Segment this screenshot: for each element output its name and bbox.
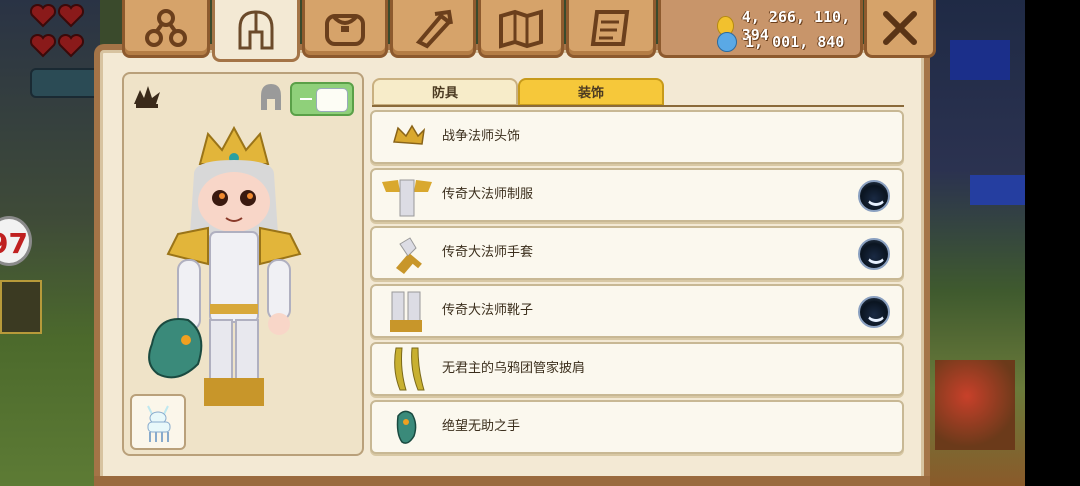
tab-quests[interactable] [566, 0, 656, 58]
bag-icon [325, 13, 365, 46]
tab-map[interactable] [478, 0, 564, 58]
tab-equipment[interactable] [212, 0, 300, 62]
hand-icon [396, 410, 417, 444]
gem-icon [717, 32, 737, 52]
gloves-icon [396, 237, 422, 274]
boots-icon [390, 291, 422, 332]
heart-icon [29, 33, 57, 58]
item-name: 传奇大法师制服 [442, 187, 534, 202]
scroll-icon [590, 9, 630, 46]
tab-decoration[interactable]: 装饰 [518, 78, 664, 106]
equipped-indicator[interactable] [858, 238, 890, 270]
tab-armor[interactable]: 防具 [372, 78, 518, 106]
list-item[interactable]: 传奇大法师靴子 [370, 284, 904, 338]
hotbar-slot[interactable] [0, 280, 42, 334]
list-item[interactable]: 无君主的乌鸦团管家披肩 [370, 342, 904, 396]
item-name: 战争法师头饰 [442, 129, 521, 144]
equipped-indicator[interactable] [858, 180, 890, 212]
helmet-icon [238, 9, 274, 49]
item-name: 无君主的乌鸦团管家披肩 [442, 361, 586, 376]
heart-icon [57, 3, 85, 28]
crown-icon [393, 124, 426, 145]
item-name: 传奇大法师靴子 [442, 303, 534, 318]
pet-slot[interactable] [130, 394, 186, 450]
close-icon [883, 10, 917, 45]
tools-icon [415, 9, 453, 48]
heart-icon [29, 3, 57, 28]
item-name: 传奇大法师手套 [442, 245, 534, 260]
item-name: 绝望无助之手 [442, 419, 521, 434]
screen-edge [1025, 0, 1080, 486]
list-item[interactable]: 战争法师头饰 [370, 110, 904, 164]
list-item[interactable]: 绝望无助之手 [370, 400, 904, 454]
tab-tools[interactable] [390, 0, 476, 58]
character-preview [122, 72, 364, 456]
panel-bottom-edge [94, 476, 930, 486]
uniform-icon [382, 179, 432, 217]
hierarchy-icon [145, 8, 187, 47]
map-icon [499, 8, 543, 49]
helmet-icon [261, 84, 281, 110]
divider [372, 105, 904, 107]
list-item[interactable]: 传奇大法师制服 [370, 168, 904, 222]
game-world-right [930, 0, 1025, 486]
helmet-visibility-toggle[interactable] [290, 82, 354, 116]
jester-hat-icon[interactable] [130, 82, 164, 110]
equipped-indicator[interactable] [858, 296, 890, 328]
close-button[interactable] [864, 0, 936, 58]
currency-display: 4, 266, 110, 394 1, 001, 840 [658, 0, 863, 58]
energy-bar [30, 68, 104, 98]
tab-bag[interactable] [302, 0, 388, 58]
white-deer-pet-icon [147, 405, 171, 442]
heart-icon [57, 33, 85, 58]
list-item[interactable]: 传奇大法师手套 [370, 226, 904, 280]
shawl-icon [394, 347, 425, 391]
character-avatar [148, 125, 302, 406]
gem-amount: 1, 001, 840 [745, 33, 845, 51]
tab-hierarchy[interactable] [122, 0, 210, 58]
